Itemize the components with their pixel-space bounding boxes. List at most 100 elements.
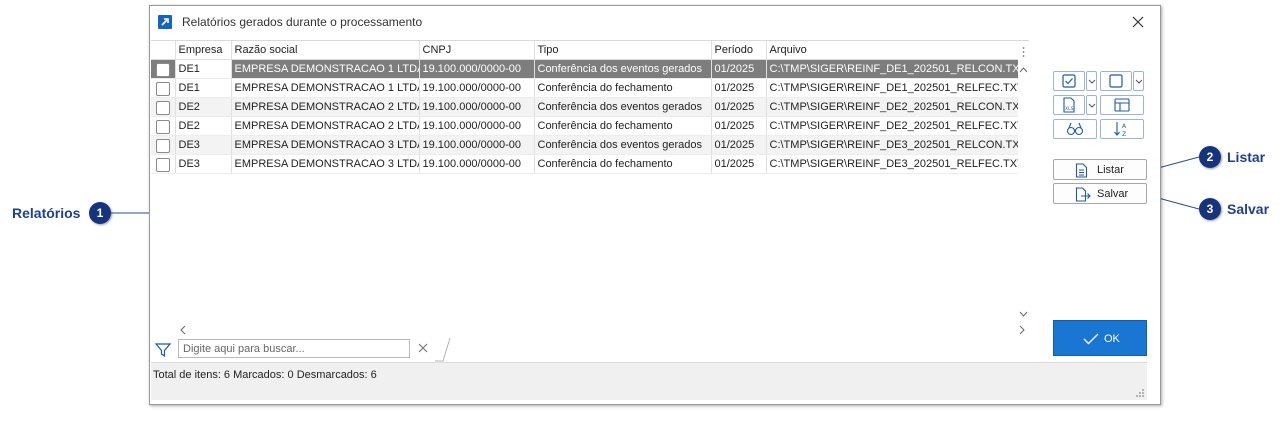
row-checkbox[interactable] [155,119,170,134]
callout-badge-2: 2 [1199,146,1221,168]
listar-label: Listar [1097,164,1124,176]
cell-periodo: 01/2025 [711,135,767,155]
scroll-up-icon [1019,67,1028,73]
window-title: Relatórios gerados durante o processamen… [182,15,423,29]
status-text: Total de itens: 6 Marcados: 0 Desmarcado… [153,369,377,381]
cell-empresa: DE3 [175,135,232,155]
row-checkbox[interactable] [155,62,170,77]
cell-tipo: Conferência do fechamento [534,154,712,174]
find-button[interactable] [1053,119,1097,139]
search-input[interactable] [178,339,410,358]
table-row[interactable]: DE2 EMPRESA DEMONSTRACAO 2 LTDA 19.100.0… [151,97,1018,117]
table-row[interactable]: DE1 EMPRESA DEMONSTRACAO 1 LTDA 19.100.0… [151,78,1018,98]
salvar-button[interactable]: Salvar [1053,183,1147,204]
search-bar [151,338,451,362]
layout-button[interactable] [1100,95,1144,115]
ok-button[interactable]: OK [1053,320,1147,356]
callout-badge-3: 3 [1199,198,1221,220]
cell-tipo: Conferência dos eventos gerados [534,97,712,117]
row-checkbox[interactable] [155,157,170,172]
cell-razao-social: EMPRESA DEMONSTRACAO 3 LTDA [231,135,420,155]
callout-label-relatorios: Relatórios [12,205,81,221]
document-icon [1075,163,1088,178]
row-checkbox[interactable] [155,100,170,115]
row-checkbox[interactable] [155,81,170,96]
reports-grid: Empresa Razão social CNPJ Tipo Período A… [151,40,1029,338]
chevron-down-icon [1135,79,1143,84]
uncheck-all-dropdown[interactable] [1133,71,1144,91]
cell-empresa: DE3 [175,154,232,174]
callout-label-salvar: Salvar [1227,201,1270,217]
export-file-icon [1075,187,1091,202]
chevron-down-icon [1088,79,1096,84]
reports-dialog: Relatórios gerados durante o processamen… [149,5,1161,405]
column-menu-icon [1022,47,1025,57]
scroll-left-icon [180,325,186,335]
app-arrow-icon [158,15,172,29]
filter-icon[interactable] [154,341,172,359]
cell-tipo: Conferência dos eventos gerados [534,59,712,79]
table-row[interactable]: DE3 EMPRESA DEMONSTRACAO 3 LTDA 19.100.0… [151,135,1018,155]
chevron-down-icon [1088,103,1096,108]
cell-tipo: Conferência do fechamento [534,78,712,98]
cell-periodo: 01/2025 [711,116,767,136]
svg-text:Z: Z [1122,131,1126,137]
salvar-label: Salvar [1097,188,1129,200]
table-header-row: Empresa Razão social CNPJ Tipo Período A… [151,41,1018,60]
reports-table: Empresa Razão social CNPJ Tipo Período A… [151,41,1018,174]
cell-empresa: DE1 [175,78,232,98]
layout-icon [1114,98,1130,112]
cell-cnpj: 19.100.000/0000-00 [419,59,535,79]
scroll-right-icon [1019,325,1025,335]
callout-badge-1: 1 [89,202,111,224]
cell-cnpj: 19.100.000/0000-00 [419,78,535,98]
close-button[interactable] [1128,12,1148,32]
cell-tipo: Conferência do fechamento [534,116,712,136]
cell-cnpj: 19.100.000/0000-00 [419,116,535,136]
svg-text:XLS: XLS [1065,106,1074,112]
binoculars-icon [1066,122,1084,136]
export-xls-button[interactable]: XLS [1053,95,1085,115]
cell-razao-social: EMPRESA DEMONSTRACAO 1 LTDA [231,78,420,98]
cell-arquivo: C:\TMP\SIGER\REINF_DE3_202501_RELFEC.TXT [766,154,1018,174]
uncheck-all-icon [1109,74,1123,88]
check-all-dropdown[interactable] [1086,71,1097,91]
column-header-tipo[interactable]: Tipo [534,41,712,60]
close-icon [1132,16,1144,28]
sort-button[interactable]: A Z [1100,119,1144,139]
title-bar: Relatórios gerados durante o processamen… [150,6,1160,38]
row-checkbox[interactable] [155,138,170,153]
export-xls-icon: XLS [1063,97,1075,113]
cell-periodo: 01/2025 [711,97,767,117]
cell-empresa: DE2 [175,116,232,136]
horizontal-scrollbar[interactable] [151,322,1029,338]
uncheck-all-button[interactable] [1100,71,1132,91]
table-row[interactable]: DE1 EMPRESA DEMONSTRACAO 1 LTDA 19.100.0… [151,59,1018,79]
clear-search-icon[interactable] [417,342,429,354]
resize-grip-icon[interactable] [1135,388,1145,398]
column-header-cnpj[interactable]: CNPJ [419,41,535,60]
cell-periodo: 01/2025 [711,154,767,174]
cell-razao-social: EMPRESA DEMONSTRACAO 1 LTDA [231,59,420,79]
cell-cnpj: 19.100.000/0000-00 [419,135,535,155]
search-tab-edge [435,338,451,362]
cell-razao-social: EMPRESA DEMONSTRACAO 3 LTDA [231,154,420,174]
listar-button[interactable]: Listar [1053,159,1147,180]
check-all-button[interactable] [1053,71,1085,91]
cell-arquivo: C:\TMP\SIGER\REINF_DE2_202501_RELFEC.TXT [766,116,1018,136]
cell-arquivo: C:\TMP\SIGER\REINF_DE2_202501_RELCON.TXT [766,97,1018,117]
cell-tipo: Conferência dos eventos gerados [534,135,712,155]
vertical-scrollbar[interactable] [1018,41,1029,321]
export-dropdown[interactable] [1086,95,1097,115]
cell-cnpj: 19.100.000/0000-00 [419,154,535,174]
column-header-razao-social[interactable]: Razão social [231,41,420,60]
scroll-down-icon [1019,311,1028,317]
cell-arquivo: C:\TMP\SIGER\REINF_DE1_202501_RELFEC.TXT [766,78,1018,98]
cell-periodo: 01/2025 [711,59,767,79]
table-row[interactable]: DE2 EMPRESA DEMONSTRACAO 2 LTDA 19.100.0… [151,116,1018,136]
header-check-column [151,41,176,60]
column-header-empresa[interactable]: Empresa [175,41,232,60]
column-header-periodo[interactable]: Período [711,41,767,60]
column-header-arquivo[interactable]: Arquivo [766,41,1018,60]
table-row[interactable]: DE3 EMPRESA DEMONSTRACAO 3 LTDA 19.100.0… [151,154,1018,174]
